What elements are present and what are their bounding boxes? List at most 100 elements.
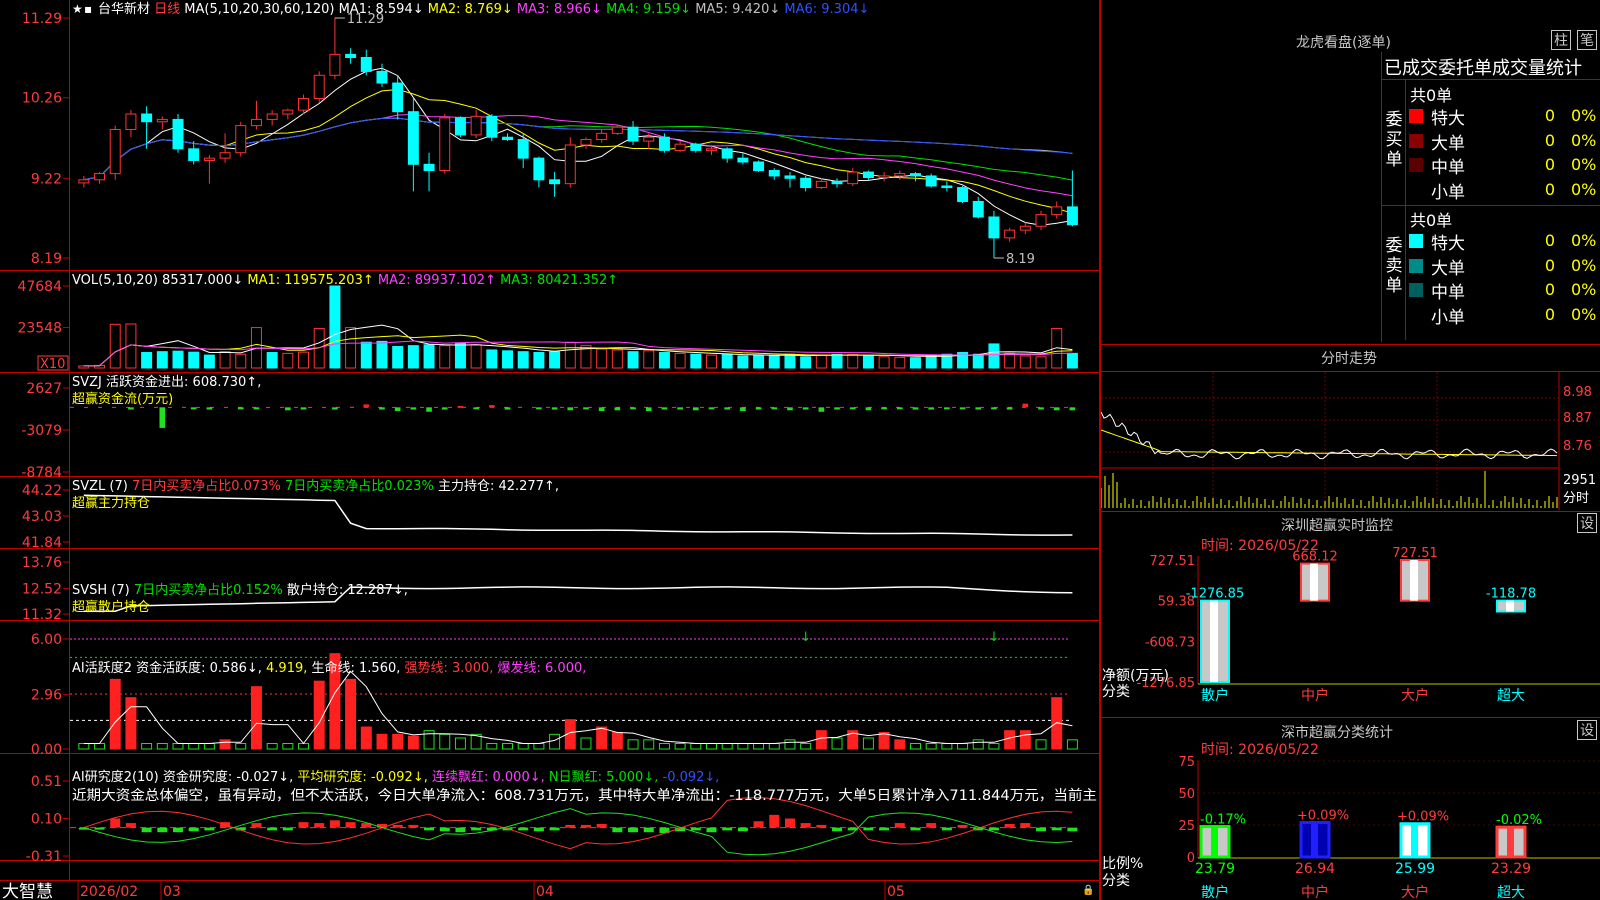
candle-body-13[interactable]: [282, 109, 294, 115]
aihyd-bar-26[interactable]: [486, 743, 498, 750]
vol-bar-7[interactable]: [188, 351, 200, 369]
candle-body-35[interactable]: [627, 126, 639, 142]
candle-body-5[interactable]: [156, 118, 168, 123]
aiyjd-bar-40[interactable]: [706, 827, 717, 833]
aiyjd-bar-46[interactable]: [800, 823, 811, 828]
aihyd-bar-14[interactable]: [298, 743, 310, 750]
candle-body-49[interactable]: [847, 171, 859, 185]
svzj-bar-36[interactable]: [645, 407, 652, 412]
aihyd-bar-43[interactable]: [753, 743, 765, 750]
svzj-bar-46[interactable]: [802, 407, 809, 410]
candle-body-20[interactable]: [392, 82, 404, 113]
candle-body-54[interactable]: [925, 175, 937, 187]
vol-bar-45[interactable]: [784, 353, 796, 369]
vol-bar-19[interactable]: [376, 340, 388, 369]
vol-bar-53[interactable]: [910, 357, 921, 369]
candle-body-12[interactable]: [266, 113, 278, 120]
candle-body-23[interactable]: [439, 117, 451, 172]
candle-body-16[interactable]: [329, 53, 341, 76]
aihyd-bar-48[interactable]: [831, 737, 843, 750]
aiyjd-bar-59[interactable]: [1004, 823, 1015, 828]
aiyjd-bar-1[interactable]: [94, 827, 105, 830]
aihyd-bar-57[interactable]: [972, 739, 984, 750]
aihyd-bar-1[interactable]: [94, 743, 106, 750]
vol-bar-2[interactable]: [109, 323, 121, 369]
candle-body-58[interactable]: [988, 216, 1000, 239]
svzj-bar-32[interactable]: [583, 407, 589, 410]
vol-bar-4[interactable]: [141, 352, 153, 369]
aiyjd-bar-2[interactable]: [110, 818, 121, 828]
candle-body-38[interactable]: [674, 143, 686, 151]
candle-body-46[interactable]: [800, 177, 812, 189]
aihyd-bar-45[interactable]: [784, 739, 796, 750]
vol-bar-9[interactable]: [219, 351, 231, 369]
aihyd-bar-23[interactable]: [439, 733, 451, 750]
aihyd-bar-30[interactable]: [549, 733, 561, 750]
aiyjd-bar-47[interactable]: [816, 824, 827, 828]
aihyd-bar-41[interactable]: [721, 743, 733, 750]
aiyjd-bar-54[interactable]: [926, 823, 937, 828]
svzj-bar-55[interactable]: [944, 407, 950, 410]
candle-body-31[interactable]: [564, 144, 576, 185]
aihyd-bar-44[interactable]: [768, 743, 780, 750]
aihyd-bar-17[interactable]: [345, 678, 357, 750]
aihyd-bar-34[interactable]: [611, 732, 623, 750]
aihyd-bar-37[interactable]: [658, 743, 670, 750]
vol-bar-37[interactable]: [658, 352, 670, 369]
aihyd-bar-21[interactable]: [407, 735, 419, 750]
vol-bar-48[interactable]: [831, 353, 843, 369]
candle-body-22[interactable]: [423, 163, 435, 172]
svzj-bar-44[interactable]: [771, 407, 778, 410]
vol-bar-5[interactable]: [156, 351, 168, 369]
aiyjd-bar-36[interactable]: [643, 827, 654, 833]
candle-body-63[interactable]: [1066, 206, 1078, 226]
aihyd-bar-52[interactable]: [894, 739, 906, 750]
svzj-bar-38[interactable]: [677, 407, 683, 410]
candle-body-62[interactable]: [1051, 206, 1063, 216]
svzj-bar-18[interactable]: [363, 404, 370, 408]
aiyjd-bar-23[interactable]: [439, 827, 450, 832]
svzj-bar-49[interactable]: [849, 407, 856, 410]
vol-bar-18[interactable]: [360, 341, 372, 369]
aiyjd-bar-55[interactable]: [941, 827, 952, 831]
svzj-bar-41[interactable]: [724, 407, 731, 410]
candle-body-61[interactable]: [1035, 214, 1047, 227]
vol-bar-47[interactable]: [815, 354, 827, 369]
svzj-bar-21[interactable]: [410, 407, 417, 410]
aiyjd-bar-12[interactable]: [267, 827, 278, 831]
vol-bar-10[interactable]: [235, 353, 247, 369]
aiyjd-bar-21[interactable]: [408, 824, 419, 828]
aihyd-bar-0[interactable]: [78, 743, 90, 750]
candle-body-30[interactable]: [549, 179, 561, 185]
svzj-bar-10[interactable]: [237, 407, 244, 410]
aiyjd-bar-41[interactable]: [722, 827, 733, 831]
svzj-bar-51[interactable]: [881, 407, 887, 410]
candle-body-29[interactable]: [533, 157, 545, 181]
aihyd-bar-7[interactable]: [188, 743, 200, 750]
svzj-bar-42[interactable]: [740, 407, 746, 412]
aihyd-bar-58[interactable]: [988, 743, 1000, 750]
aihyd-bar-6[interactable]: [172, 743, 184, 750]
vol-bar-38[interactable]: [674, 352, 686, 369]
aihyd-bar-32[interactable]: [580, 737, 592, 750]
aihyd-bar-11[interactable]: [250, 686, 262, 750]
svzj-bar-24[interactable]: [457, 405, 464, 408]
svzj-bar-23[interactable]: [441, 407, 448, 410]
aiyjd-bar-4[interactable]: [141, 827, 152, 833]
aihyd-bar-13[interactable]: [282, 743, 294, 750]
vol-bar-51[interactable]: [878, 356, 890, 369]
aihyd-bar-8[interactable]: [203, 743, 215, 750]
aihyd-bar-36[interactable]: [643, 739, 655, 750]
aihyd-bar-42[interactable]: [737, 743, 749, 750]
aiyjd-bar-61[interactable]: [1036, 827, 1047, 832]
aihyd-bar-53[interactable]: [910, 743, 921, 750]
aiyjd-bar-53[interactable]: [910, 827, 921, 831]
candle-body-19[interactable]: [376, 70, 388, 84]
vol-bar-24[interactable]: [454, 342, 466, 369]
aihyd-bar-33[interactable]: [596, 726, 608, 750]
candle-body-18[interactable]: [360, 56, 372, 72]
aihyd-bar-38[interactable]: [674, 743, 686, 750]
aiyjd-bar-45[interactable]: [784, 818, 795, 828]
candle-body-4[interactable]: [141, 113, 153, 123]
vol-bar-36[interactable]: [643, 350, 655, 369]
